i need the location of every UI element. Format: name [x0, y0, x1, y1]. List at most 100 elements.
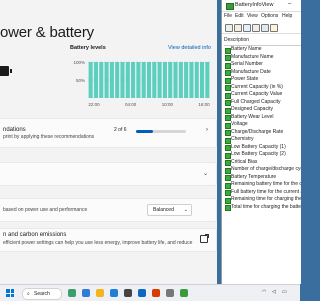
battery-info-label: Remaining time for charging the battery	[231, 196, 301, 202]
y-tick-label: 50%	[76, 78, 85, 83]
recommendations-title: ndations	[3, 127, 26, 133]
battery-level-bar[interactable]	[168, 62, 173, 98]
wifi-icon[interactable]: ◠	[262, 289, 266, 295]
file-explorer-icon[interactable]	[96, 289, 104, 297]
battery-info-row[interactable]: Current Capacity (in %)	[224, 84, 301, 91]
battery-info-row[interactable]: Power State	[224, 76, 301, 84]
column-header-description[interactable]: Description	[224, 36, 301, 46]
taskbar-app-icon[interactable]	[152, 289, 160, 297]
battery-level-bar[interactable]	[157, 62, 162, 98]
battery-level-bar[interactable]	[120, 62, 125, 98]
battery-info-label: Full Charged Capacity	[231, 98, 281, 105]
html-report-icon[interactable]	[261, 24, 269, 32]
battery-level-bar[interactable]	[99, 62, 104, 98]
battery-info-row[interactable]: Remaining battery time for the current..…	[224, 181, 301, 189]
y-tick-label: 100%	[73, 60, 85, 65]
battery-info-label: Remaining battery time for the current..…	[231, 181, 301, 187]
battery-level-bar[interactable]	[152, 62, 157, 98]
menu-file[interactable]: File	[224, 13, 232, 19]
battery-level-bar[interactable]	[109, 62, 114, 98]
battery-info-row[interactable]: Serial Number	[224, 61, 301, 69]
settings-gear-icon[interactable]	[166, 289, 174, 297]
batteryinfoview-window: BatteryInfoView – File Edit View Options…	[221, 0, 301, 284]
find-icon[interactable]	[270, 24, 278, 32]
battery-level-bar[interactable]	[93, 62, 99, 98]
battery-level-bar[interactable]	[125, 62, 130, 98]
battery-info-label: Charge/Discharge Rate	[231, 128, 284, 135]
chevron-right-icon[interactable]: ›	[206, 127, 208, 133]
battery-level-bar[interactable]	[184, 62, 189, 98]
battery-info-row[interactable]: Current Capacity Value	[224, 91, 301, 99]
battery-info-row[interactable]: Full battery time for the current activi…	[224, 189, 301, 196]
battery-info-row[interactable]: Designed Capacity	[224, 106, 301, 114]
start-button[interactable]	[6, 289, 14, 297]
recommendations-card[interactable]: ndations print by applying these recomme…	[0, 118, 217, 148]
battery-info-row[interactable]: Battery Temperature	[224, 174, 301, 181]
battery-level-bar[interactable]	[178, 62, 183, 98]
menu-edit[interactable]: Edit	[235, 13, 244, 19]
menu-view[interactable]: View	[247, 13, 258, 19]
battery-info-label: Critical Bias	[231, 158, 258, 165]
volume-icon[interactable]: ◁	[272, 289, 276, 295]
taskbar-app-icon[interactable]	[124, 289, 132, 297]
battery-info-label: Designed Capacity	[231, 106, 273, 112]
battery-level-bar[interactable]	[146, 62, 152, 98]
battery-icon	[0, 66, 12, 76]
battery-level-bar[interactable]	[115, 62, 120, 98]
store-icon[interactable]	[138, 289, 146, 297]
taskbar-search-box[interactable]: ⌕ Search	[22, 288, 62, 300]
minimize-icon[interactable]: –	[288, 1, 291, 7]
battery-info-row[interactable]: Chemistry	[224, 136, 301, 144]
taskbar-app-icon[interactable]	[68, 289, 76, 297]
chevron-down-icon[interactable]: ⌄	[203, 170, 208, 177]
menu-options[interactable]: Options	[261, 13, 278, 19]
battery-level-bar[interactable]	[194, 62, 199, 98]
refresh-icon[interactable]	[234, 24, 242, 32]
battery-level-bar[interactable]	[173, 62, 178, 98]
battery-level-bar[interactable]	[131, 62, 136, 98]
power-mode-select[interactable]: Balanced ⌄	[147, 204, 192, 216]
battery-info-label: Low Battery Capacity (2)	[231, 151, 286, 157]
biv-titlebar: BatteryInfoView –	[222, 0, 301, 12]
battery-info-row[interactable]: Number of charge/discharge cycles	[224, 166, 301, 174]
properties-icon[interactable]	[225, 24, 233, 32]
battery-info-row[interactable]: Total time for charging the battery	[224, 204, 301, 211]
battery-info-row[interactable]: Charge/Discharge Rate	[224, 128, 301, 136]
battery-info-row[interactable]: Remaining time for charging the battery	[224, 196, 301, 204]
battery-info-label: Battery Wear Level	[231, 113, 274, 120]
battery-level-bar[interactable]	[141, 62, 146, 98]
battery-level-bar[interactable]	[88, 62, 93, 98]
recommendations-count: 2 of 6	[114, 127, 127, 133]
power-row-card[interactable]: ⌄	[0, 162, 217, 186]
battery-level-bar[interactable]	[104, 62, 109, 98]
battery-info-row[interactable]: Manufacture Date	[224, 69, 301, 76]
battery-level-bar[interactable]	[162, 62, 167, 98]
battery-info-row[interactable]: Voltage	[224, 121, 301, 129]
copy-icon[interactable]	[252, 24, 260, 32]
battery-info-row[interactable]: Full Charged Capacity	[224, 98, 301, 106]
biv-title: BatteryInfoView	[235, 2, 274, 8]
carbon-emissions-card[interactable]: n and carbon emissions efficient power s…	[0, 228, 217, 252]
taskbar: ⌕ Search ◠ ◁ ▭	[0, 284, 300, 301]
battery-info-row[interactable]: Low Battery Capacity (1)	[224, 144, 301, 151]
battery-info-row[interactable]: Manufacture Name	[224, 54, 301, 61]
batteryinfoview-taskbar-icon[interactable]	[180, 289, 188, 297]
edge-icon[interactable]	[110, 289, 118, 297]
battery-info-label: Chemistry	[231, 136, 254, 142]
battery-level-bar[interactable]	[199, 62, 205, 98]
battery-info-row[interactable]: Low Battery Capacity (2)	[224, 151, 301, 159]
page-title: ower & battery	[0, 24, 94, 41]
battery-tray-icon[interactable]: ▭	[282, 289, 287, 295]
recommendations-progress-fill	[136, 130, 153, 133]
battery-info-row[interactable]: Battery Name	[224, 46, 301, 54]
battery-level-bar[interactable]	[136, 62, 141, 98]
taskbar-search-placeholder: Search	[34, 291, 50, 297]
battery-level-bar[interactable]	[205, 62, 210, 98]
save-icon[interactable]	[243, 24, 251, 32]
external-link-icon[interactable]	[200, 234, 209, 243]
battery-info-row[interactable]: Critical Bias	[224, 158, 301, 166]
battery-level-bar[interactable]	[189, 62, 194, 98]
taskbar-app-icon[interactable]	[82, 289, 90, 297]
menu-help[interactable]: Help	[282, 13, 292, 19]
battery-info-row[interactable]: Battery Wear Level	[224, 113, 301, 121]
